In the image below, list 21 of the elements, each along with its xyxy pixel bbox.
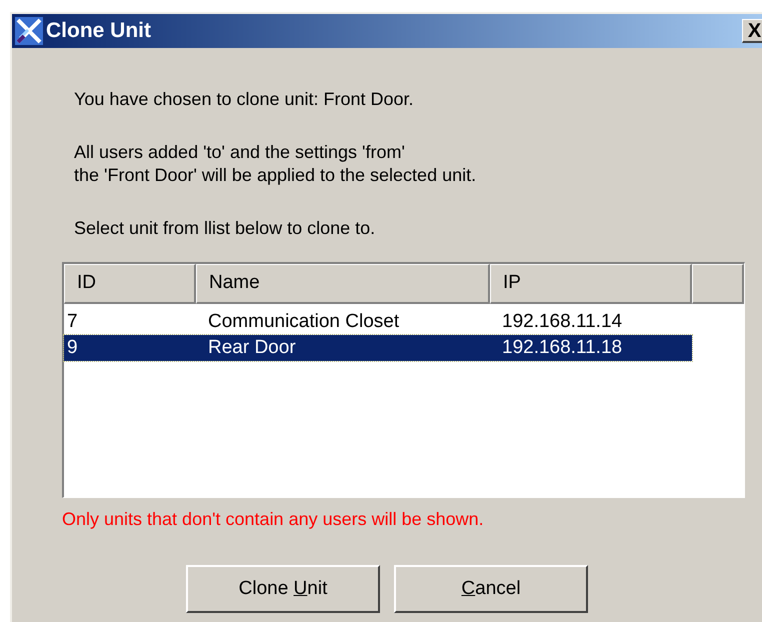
table-cell-text: Rear Door — [208, 336, 296, 360]
list-row[interactable]: 9 Rear Door 192.168.11.18 — [64, 335, 692, 361]
table-cell-text: 9 — [67, 336, 78, 360]
list-row[interactable]: 7 Communication Closet 192.168.11.14 — [64, 309, 692, 335]
table-cell-text: 192.168.11.14 — [502, 310, 622, 334]
dialog-button[interactable]: Clone Unit — [186, 565, 380, 613]
column-header[interactable]: ID — [64, 264, 196, 304]
close-button[interactable]: X — [742, 19, 762, 43]
window-title: Clone Unit — [46, 18, 151, 44]
unit-list[interactable]: ID Name IP 7 Communication Closet 192.168.11.14 9 Rear Door 192.168.11.18 — [62, 262, 745, 498]
message-text: Select unit from llist below to clone to. — [74, 217, 376, 240]
message-text: You have chosen to clone unit: Front Door. — [74, 88, 415, 111]
table-cell-text: 7 — [67, 310, 78, 334]
warning-text: Only units that don't contain any users will be shown. — [62, 508, 485, 531]
app-icon — [14, 16, 44, 46]
message-text: All users added 'to' and the settings 'from' the 'Front Door' will be applied to the selected unit. — [74, 141, 478, 187]
table-cell-text: 192.168.11.18 — [502, 336, 622, 360]
column-header[interactable]: IP — [490, 264, 692, 304]
dialog-button[interactable]: Cancel — [394, 565, 588, 613]
table-cell-text: Communication Closet — [208, 310, 400, 334]
column-header[interactable]: Name — [196, 264, 490, 304]
